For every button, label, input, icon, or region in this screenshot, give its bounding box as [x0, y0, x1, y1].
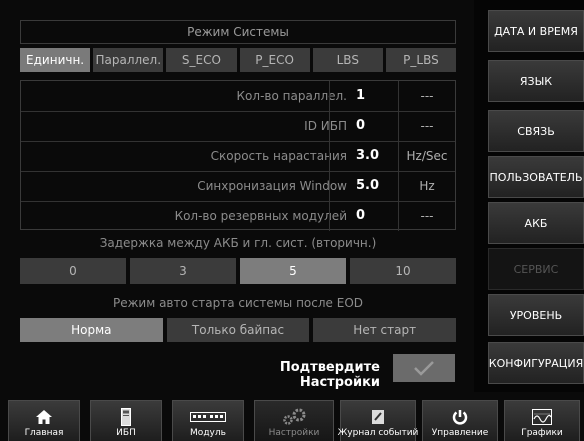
- mode-p-eco[interactable]: P_ECO: [239, 48, 310, 72]
- tab-module[interactable]: Модуль: [172, 400, 244, 441]
- tab-settings[interactable]: Настройки: [254, 400, 334, 441]
- delay-option-5[interactable]: 5: [240, 258, 346, 284]
- autostart-option-normal[interactable]: Норма: [20, 318, 163, 342]
- param-unit: ---: [420, 119, 434, 133]
- delay-option-3[interactable]: 3: [130, 258, 236, 284]
- tab-home[interactable]: Главная: [8, 400, 80, 441]
- delay-option-0[interactable]: 0: [20, 258, 126, 284]
- mode-p-lbs[interactable]: P_LBS: [385, 48, 457, 72]
- tab-charts[interactable]: Графики: [504, 400, 580, 441]
- param-label: Синхронизация Window: [197, 179, 347, 193]
- confirm-settings-label: Подтвердите Настройки: [279, 360, 380, 390]
- param-row-sync-window: Синхронизация Window 5.0 Hz: [21, 171, 455, 202]
- module-icon: [190, 408, 226, 426]
- tab-label: Журнал событий: [337, 428, 419, 438]
- param-unit: Hz/Sec: [406, 149, 448, 163]
- panel-title: Режим Системы: [20, 20, 456, 44]
- confirm-settings-button[interactable]: [393, 354, 455, 382]
- mode-s-eco[interactable]: S_ECO: [166, 48, 237, 72]
- param-unit: Hz: [419, 179, 435, 193]
- system-mode-selector: Единичн. Параллел. S_ECO P_ECO LBS P_LBS: [20, 48, 457, 72]
- mode-lbs[interactable]: LBS: [312, 48, 383, 72]
- param-value-input[interactable]: 5.0: [329, 171, 399, 201]
- home-icon: [35, 408, 53, 426]
- tab-ups[interactable]: ИБП: [90, 400, 162, 441]
- menu-user-button[interactable]: ПОЛЬЗОВАТЕЛЬ: [488, 156, 584, 198]
- log-icon: [371, 408, 385, 426]
- autostart-selector: Норма Только байпас Нет старт: [20, 318, 457, 342]
- parameters-table: Кол-во параллел. 1 --- ID ИБП 0 --- Скор…: [20, 80, 456, 231]
- checkmark-icon: [414, 361, 434, 376]
- param-value-input[interactable]: 3.0: [329, 141, 399, 171]
- param-label: Скорость нарастания: [210, 149, 347, 163]
- param-unit: ---: [420, 89, 434, 103]
- menu-battery-button[interactable]: АКБ: [488, 202, 584, 244]
- tab-control[interactable]: Управление: [422, 400, 498, 441]
- tab-event-log[interactable]: Журнал событий: [337, 400, 419, 441]
- tab-label: Графики: [521, 428, 563, 438]
- menu-date-time-button[interactable]: ДАТА И ВРЕМЯ: [488, 10, 584, 52]
- param-unit: ---: [420, 209, 434, 223]
- mode-parallel[interactable]: Параллел.: [93, 48, 164, 72]
- tab-label: Настройки: [268, 428, 320, 438]
- tab-label: Управление: [431, 428, 489, 438]
- menu-level-button[interactable]: УРОВЕНЬ: [488, 294, 584, 336]
- param-value-input[interactable]: 0: [329, 111, 399, 141]
- delay-option-10[interactable]: 10: [350, 258, 456, 284]
- param-value-input[interactable]: 0: [329, 201, 399, 231]
- delay-label: Задержка между АКБ и гл. сист. (вторичн.…: [99, 236, 377, 250]
- menu-service-button: СЕРВИС: [488, 248, 584, 290]
- mode-single[interactable]: Единичн.: [20, 48, 91, 72]
- delay-selector: 0 3 5 10: [20, 258, 456, 284]
- param-row-slew-rate: Скорость нарастания 3.0 Hz/Sec: [21, 141, 455, 172]
- ups-icon: [121, 408, 131, 426]
- param-row-ups-id: ID ИБП 0 ---: [21, 111, 455, 142]
- tab-label: ИБП: [116, 428, 136, 438]
- menu-communication-button[interactable]: СВЯЗЬ: [488, 110, 584, 152]
- autostart-label: Режим авто старта системы после EOD: [112, 296, 363, 310]
- power-icon: [452, 408, 468, 426]
- param-row-redundant-modules: Кол-во резервных модулей 0 ---: [21, 201, 455, 231]
- autostart-option-bypass-only[interactable]: Только байпас: [166, 318, 310, 342]
- param-row-parallel-count: Кол-во параллел. 1 ---: [21, 81, 455, 112]
- gears-icon: [281, 408, 307, 426]
- menu-language-button[interactable]: ЯЗЫК: [488, 60, 584, 102]
- tab-label: Модуль: [190, 428, 226, 438]
- chart-icon: [532, 408, 552, 426]
- autostart-option-no-start[interactable]: Нет старт: [313, 318, 457, 342]
- param-value-input[interactable]: 1: [329, 81, 399, 111]
- param-label: Кол-во резервных модулей: [174, 209, 347, 223]
- menu-configuration-button[interactable]: КОНФИГУРАЦИЯ: [488, 342, 584, 384]
- tab-label: Главная: [24, 428, 64, 438]
